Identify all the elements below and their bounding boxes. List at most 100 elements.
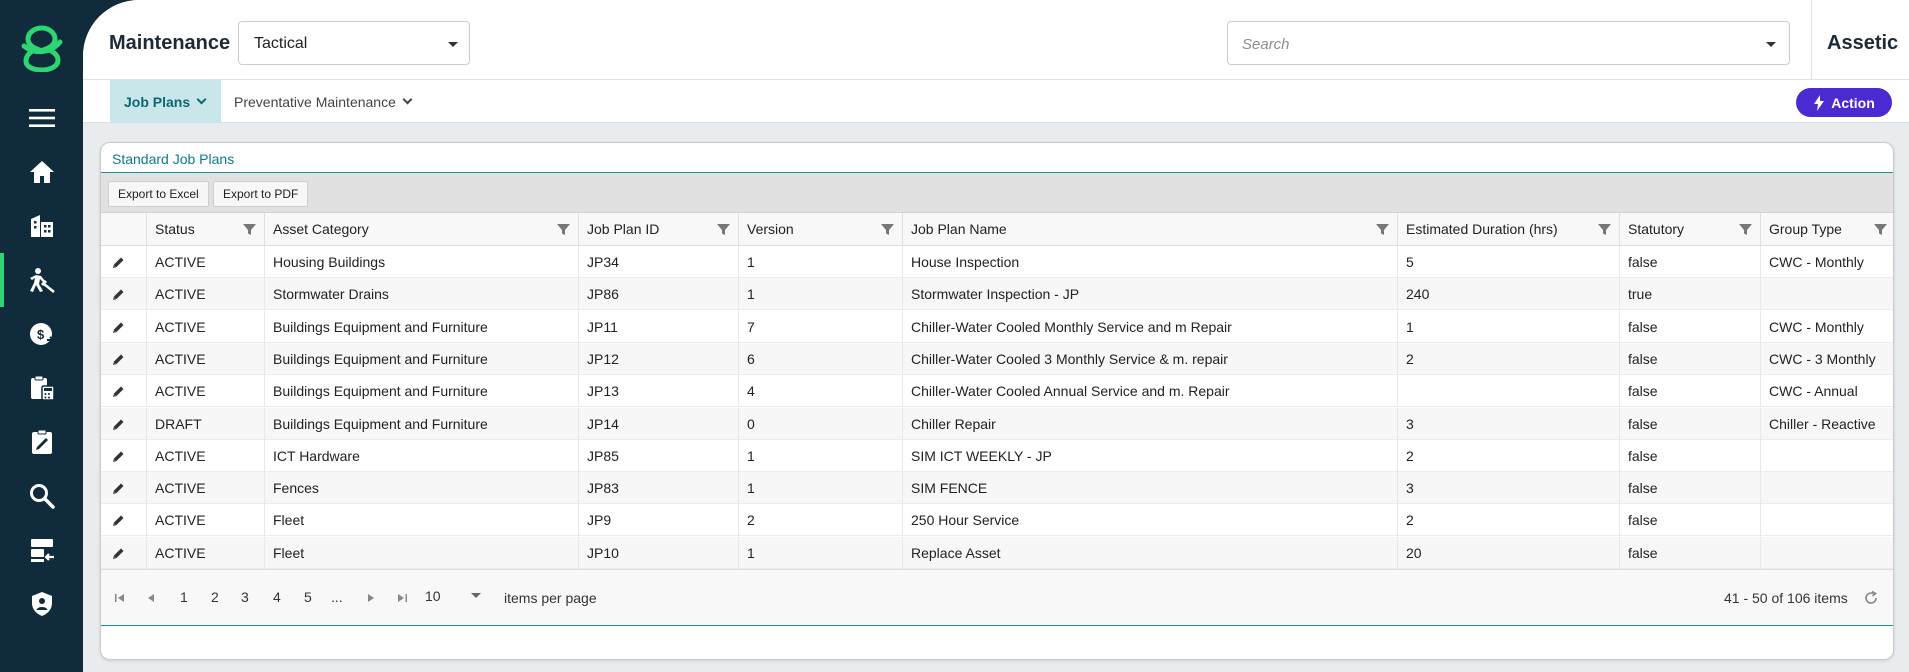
edit-cell bbox=[101, 504, 146, 536]
top-header: Maintenance Tactical Assetic bbox=[83, 0, 1909, 80]
cell-job-plan-name: SIM FENCE bbox=[902, 472, 1397, 505]
column-header-version[interactable]: Version bbox=[738, 213, 902, 246]
action-button[interactable]: Action bbox=[1796, 88, 1892, 117]
pencil-icon[interactable] bbox=[112, 288, 125, 301]
filter-icon[interactable] bbox=[717, 223, 730, 236]
cell-job-plan-name: Replace Asset bbox=[902, 536, 1397, 569]
cell-statutory: false bbox=[1619, 472, 1760, 505]
refresh-icon[interactable] bbox=[1863, 590, 1879, 606]
assetic-logo-icon[interactable] bbox=[20, 24, 64, 72]
search-input[interactable] bbox=[1242, 33, 1742, 55]
pencil-icon[interactable] bbox=[112, 450, 125, 463]
pager-info: 41 - 50 of 106 items bbox=[1724, 590, 1848, 606]
tab-label: Job Plans bbox=[124, 93, 191, 110]
page-number[interactable]: 1 bbox=[180, 589, 188, 605]
sidebar-item-security[interactable] bbox=[0, 577, 83, 631]
page-number[interactable]: 4 bbox=[273, 589, 281, 605]
page-number[interactable]: 2 bbox=[211, 589, 219, 605]
pencil-icon[interactable] bbox=[112, 256, 125, 269]
column-header-estimated-duration[interactable]: Estimated Duration (hrs) bbox=[1397, 213, 1619, 246]
global-search[interactable] bbox=[1227, 21, 1790, 65]
filter-icon[interactable] bbox=[881, 223, 894, 236]
cell-job-plan-id: JP34 bbox=[578, 246, 738, 278]
cell-job-plan-id: JP14 bbox=[578, 407, 738, 440]
sidebar-item-integration[interactable] bbox=[0, 523, 83, 577]
cell-group-type: CWC - Monthly bbox=[1760, 246, 1893, 278]
chevron-down-icon[interactable] bbox=[1766, 42, 1776, 47]
page-number[interactable]: 5 bbox=[304, 589, 312, 605]
grid-toolbar: Export to Excel Export to PDF bbox=[101, 173, 1893, 213]
column-header-job-plan-id[interactable]: Job Plan ID bbox=[578, 213, 738, 246]
menu-icon bbox=[28, 109, 55, 127]
sidebar-item-finance[interactable]: $ bbox=[0, 307, 83, 361]
clipboard-calculator-icon bbox=[30, 375, 55, 401]
first-page-icon[interactable] bbox=[113, 591, 127, 605]
column-header-edit bbox=[101, 213, 146, 246]
page-number[interactable]: ... bbox=[331, 589, 343, 605]
table-row[interactable]: ACTIVE Buildings Equipment and Furniture J… bbox=[101, 342, 1893, 375]
table-row[interactable]: ACTIVE Fences JP83 1 SIM FENCE 3 false bbox=[101, 472, 1893, 505]
cell-asset-category: Housing Buildings bbox=[264, 246, 578, 278]
cell-job-plan-id: JP13 bbox=[578, 375, 738, 408]
cell-asset-category: ICT Hardware bbox=[264, 439, 578, 472]
cell-asset-category: Fences bbox=[264, 472, 578, 505]
sidebar-item-search[interactable] bbox=[0, 469, 83, 523]
table-row[interactable]: ACTIVE Fleet JP10 1 Replace Asset 20 false bbox=[101, 536, 1893, 569]
cell-status: DRAFT bbox=[146, 407, 264, 440]
cell-version: 1 bbox=[738, 246, 902, 278]
table-row[interactable]: ACTIVE ICT Hardware JP85 1 SIM ICT WEEKLY - … bbox=[101, 439, 1893, 472]
filter-icon[interactable] bbox=[243, 223, 256, 236]
sidebar-item-buildings[interactable] bbox=[0, 199, 83, 253]
pencil-icon[interactable] bbox=[112, 482, 125, 495]
pencil-icon[interactable] bbox=[112, 321, 125, 334]
filter-icon[interactable] bbox=[1376, 223, 1389, 236]
table-row[interactable]: ACTIVE Housing Buildings JP34 1 House Inspec… bbox=[101, 246, 1893, 278]
cell-job-plan-id: JP83 bbox=[578, 472, 738, 505]
filter-icon[interactable] bbox=[1598, 223, 1611, 236]
cell-estimated-duration: 5 bbox=[1397, 246, 1619, 278]
pencil-icon[interactable] bbox=[112, 353, 125, 366]
sidebar-menu-button[interactable] bbox=[0, 91, 83, 145]
table-row[interactable]: ACTIVE Buildings Equipment and Furniture J… bbox=[101, 375, 1893, 408]
column-header-group-type[interactable]: Group Type bbox=[1760, 213, 1893, 246]
export-excel-button[interactable]: Export to Excel bbox=[108, 181, 209, 207]
table-row[interactable]: DRAFT Buildings Equipment and Furniture JP… bbox=[101, 407, 1893, 440]
cell-estimated-duration: 2 bbox=[1397, 439, 1619, 472]
cell-group-type bbox=[1760, 472, 1893, 505]
filter-icon[interactable] bbox=[1739, 223, 1752, 236]
sidebar-item-tasks[interactable] bbox=[0, 415, 83, 469]
pencil-icon[interactable] bbox=[112, 418, 125, 431]
page-size-select[interactable]: 10 bbox=[425, 588, 481, 604]
module-select[interactable]: Tactical bbox=[238, 21, 470, 65]
tab-job-plans[interactable]: Job Plans bbox=[110, 80, 221, 123]
cell-job-plan-name: Chiller-Water Cooled Monthly Service and… bbox=[902, 310, 1397, 343]
cell-estimated-duration: 3 bbox=[1397, 407, 1619, 440]
cell-statutory: false bbox=[1619, 342, 1760, 375]
table-row[interactable]: ACTIVE Fleet JP9 2 250 Hour Service 2 false bbox=[101, 504, 1893, 537]
previous-page-icon[interactable] bbox=[144, 591, 158, 605]
sidebar-item-maintenance[interactable] bbox=[0, 253, 83, 307]
column-header-label: Job Plan Name bbox=[911, 221, 1007, 237]
column-header-label: Group Type bbox=[1769, 221, 1842, 237]
pencil-icon[interactable] bbox=[112, 514, 125, 527]
sidebar-item-budget[interactable] bbox=[0, 361, 83, 415]
pencil-icon[interactable] bbox=[112, 547, 125, 560]
export-pdf-button[interactable]: Export to PDF bbox=[213, 181, 309, 207]
column-header-statutory[interactable]: Statutory bbox=[1619, 213, 1760, 246]
column-header-job-plan-name[interactable]: Job Plan Name bbox=[902, 213, 1397, 246]
server-import-icon bbox=[30, 539, 54, 562]
filter-icon[interactable] bbox=[557, 223, 570, 236]
last-page-icon[interactable] bbox=[395, 591, 409, 605]
page-number[interactable]: 3 bbox=[241, 589, 249, 605]
column-header-status[interactable]: Status bbox=[146, 213, 264, 246]
column-header-asset-category[interactable]: Asset Category bbox=[264, 213, 578, 246]
shield-user-icon bbox=[31, 592, 52, 616]
table-row[interactable]: ACTIVE Buildings Equipment and Furniture J… bbox=[101, 310, 1893, 343]
edit-cell bbox=[101, 278, 146, 310]
next-page-icon[interactable] bbox=[364, 591, 378, 605]
filter-icon[interactable] bbox=[1874, 223, 1887, 236]
tab-preventative-maintenance[interactable]: Preventative Maintenance bbox=[234, 80, 413, 123]
pencil-icon[interactable] bbox=[112, 385, 125, 398]
table-row[interactable]: ACTIVE Stormwater Drains JP86 1 Stormwater I… bbox=[101, 278, 1893, 311]
sidebar-item-home[interactable] bbox=[0, 145, 83, 199]
